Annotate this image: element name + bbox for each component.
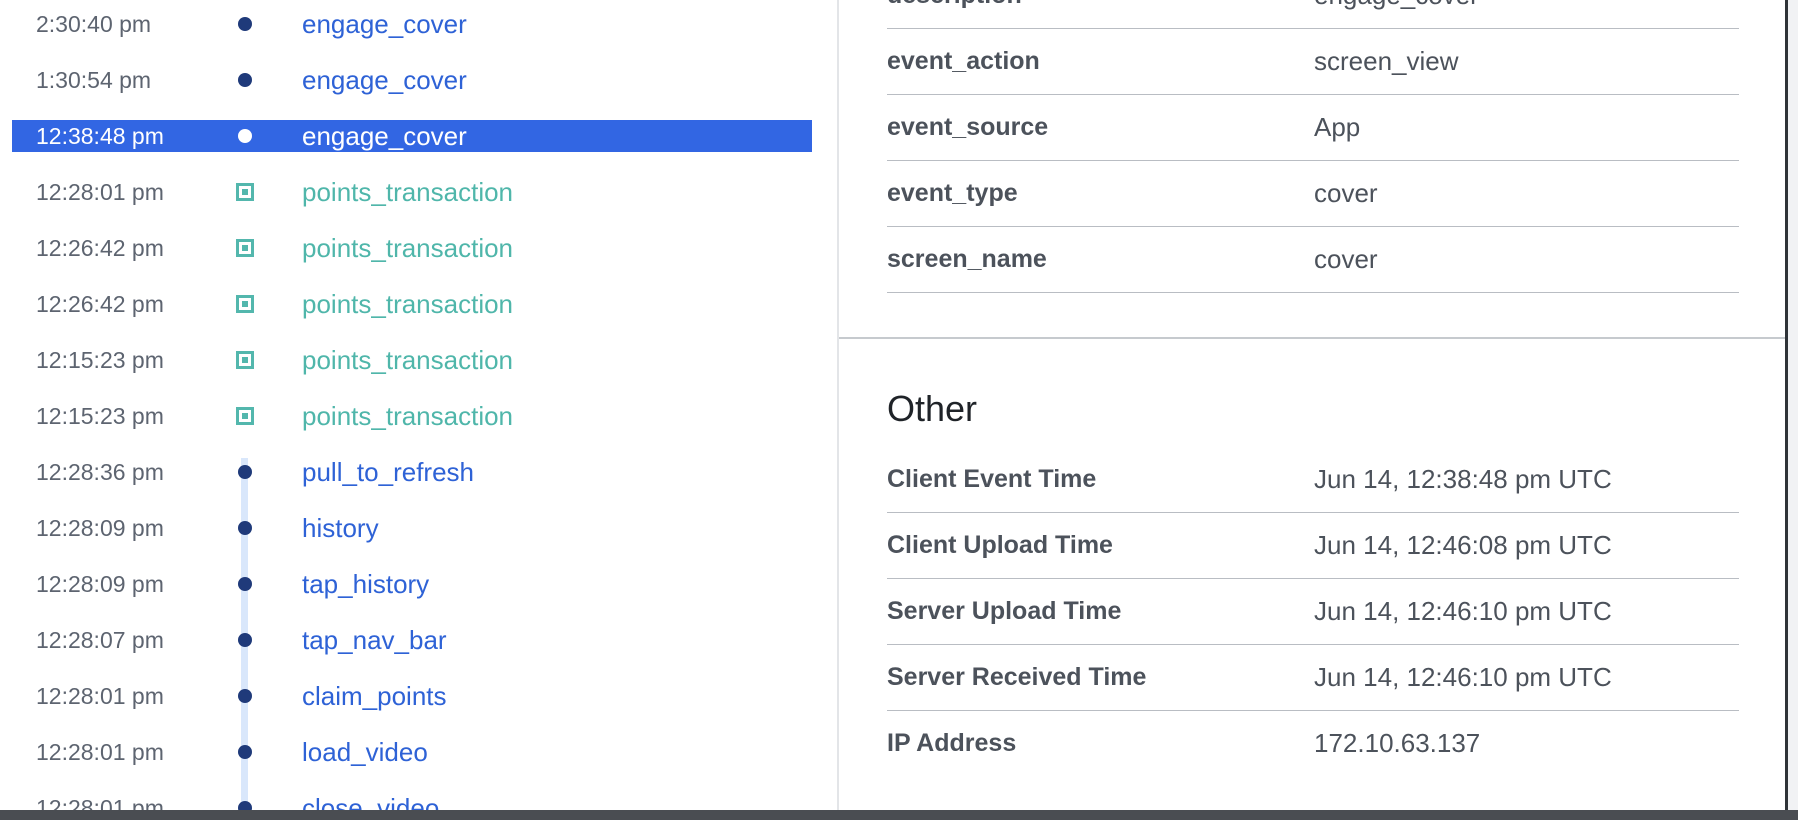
event-row[interactable]: 12:26:42 pm points_transaction — [12, 288, 812, 320]
event-name-link[interactable]: pull_to_refresh — [302, 456, 474, 488]
other-property-row: Server Upload Time Jun 14, 12:46:10 pm UT… — [887, 578, 1739, 645]
other-property-key: Server Upload Time — [887, 597, 1122, 625]
other-property-value: 172.10.63.137 — [1314, 728, 1481, 758]
event-name-link[interactable]: claim_points — [302, 680, 447, 712]
event-property-key: event_type — [887, 179, 1018, 207]
event-name-link[interactable]: points_transaction — [302, 176, 513, 208]
event-row[interactable]: 12:28:01 pm points_transaction — [12, 176, 812, 208]
other-property-value: Jun 14, 12:46:08 pm UTC — [1314, 530, 1612, 560]
event-time: 12:28:01 pm — [36, 795, 164, 810]
event-property-row: event_action screen_view — [887, 28, 1739, 95]
event-property-key: screen_name — [887, 245, 1047, 273]
square-marker-icon — [236, 407, 254, 425]
event-property-value: engage_cover — [1314, 0, 1479, 28]
event-property-value: cover — [1314, 178, 1378, 208]
event-property-value: App — [1314, 112, 1361, 142]
event-name-link[interactable]: points_transaction — [302, 232, 513, 264]
event-property-row: event_type cover — [887, 160, 1739, 227]
other-property-value: Jun 14, 12:38:48 pm UTC — [1314, 464, 1612, 494]
event-time: 12:15:23 pm — [36, 403, 164, 429]
event-time: 12:28:01 pm — [36, 179, 164, 205]
other-property-key: Client Event Time — [887, 465, 1097, 493]
event-property-key: event_action — [887, 47, 1040, 75]
adjacent-window-edge — [1785, 0, 1798, 820]
event-property-value: screen_view — [1314, 46, 1459, 76]
event-property-key: event_source — [887, 113, 1049, 141]
dot-marker-icon — [238, 801, 252, 810]
square-marker-icon — [236, 239, 254, 257]
event-row[interactable]: 12:28:01 pm close_video — [12, 792, 812, 810]
event-name-link[interactable]: engage_cover — [302, 8, 467, 40]
other-property-key: Client Upload Time — [887, 531, 1113, 559]
other-property-row: IP Address 172.10.63.137 — [887, 710, 1739, 776]
event-time: 12:28:01 pm — [36, 683, 164, 709]
event-row[interactable]: 2:30:40 pm engage_cover — [12, 8, 812, 40]
event-time: 12:28:07 pm — [36, 627, 164, 653]
other-property-key: IP Address — [887, 729, 1017, 757]
square-marker-icon — [236, 295, 254, 313]
event-property-row: screen_name cover — [887, 226, 1739, 293]
event-row[interactable]: 12:15:23 pm points_transaction — [12, 344, 812, 376]
event-row[interactable]: 12:28:01 pm claim_points — [12, 680, 812, 712]
other-section-title: Other — [887, 388, 978, 429]
dot-marker-icon — [238, 129, 252, 143]
event-time: 12:28:09 pm — [36, 571, 164, 597]
event-name-link[interactable]: load_video — [302, 736, 428, 768]
dot-marker-icon — [238, 17, 252, 31]
event-name-link[interactable]: close_video — [302, 792, 439, 810]
event-time: 2:30:40 pm — [36, 11, 152, 37]
event-timeline: 2:30:40 pm engage_cover 1:30:54 pm engage_c… — [0, 0, 836, 810]
dot-marker-icon — [238, 73, 252, 87]
event-time: 12:28:09 pm — [36, 515, 164, 541]
event-name-link[interactable]: engage_cover — [302, 64, 467, 96]
dot-marker-icon — [238, 577, 252, 591]
event-time: 12:15:23 pm — [36, 347, 164, 373]
event-property-row: description engage_cover — [887, 0, 1739, 29]
event-row[interactable]: 12:26:42 pm points_transaction — [12, 232, 812, 264]
event-time: 12:38:48 pm — [36, 123, 164, 149]
square-marker-icon — [236, 183, 254, 201]
dot-marker-icon — [238, 689, 252, 703]
event-row[interactable]: 12:15:23 pm points_transaction — [12, 400, 812, 432]
other-property-value: Jun 14, 12:46:10 pm UTC — [1314, 662, 1612, 692]
event-name-link[interactable]: points_transaction — [302, 344, 513, 376]
event-name-link[interactable]: points_transaction — [302, 400, 513, 432]
other-property-row: Server Received Time Jun 14, 12:46:10 pm … — [887, 644, 1739, 711]
other-property-value: Jun 14, 12:46:10 pm UTC — [1314, 596, 1612, 626]
dot-marker-icon — [238, 745, 252, 759]
event-time: 1:30:54 pm — [36, 67, 152, 93]
event-name-link[interactable]: tap_nav_bar — [302, 624, 447, 656]
event-row[interactable]: 12:28:07 pm tap_nav_bar — [12, 624, 812, 656]
adjacent-window-strip — [1788, 0, 1798, 810]
event-property-value: cover — [1314, 244, 1378, 274]
event-row[interactable]: 12:28:01 pm load_video — [12, 736, 812, 768]
event-time: 12:28:01 pm — [36, 739, 164, 765]
event-time: 12:26:42 pm — [36, 235, 164, 261]
event-property-key: description — [887, 0, 1022, 28]
dot-marker-icon — [238, 465, 252, 479]
other-property-row: Client Event Time Jun 14, 12:38:48 pm UTC — [887, 446, 1739, 513]
event-name-link[interactable]: points_transaction — [302, 288, 513, 320]
event-time: 12:26:42 pm — [36, 291, 164, 317]
event-time: 12:28:36 pm — [36, 459, 164, 485]
event-row[interactable]: 1:30:54 pm engage_cover — [12, 64, 812, 96]
event-name-link[interactable]: history — [302, 512, 379, 544]
event-row[interactable]: 12:28:09 pm history — [12, 512, 812, 544]
dot-marker-icon — [238, 633, 252, 647]
event-row[interactable]: 12:28:09 pm tap_history — [12, 568, 812, 600]
event-property-row: event_source App — [887, 94, 1739, 161]
event-name-link[interactable]: engage_cover — [302, 120, 467, 152]
dot-marker-icon — [238, 521, 252, 535]
event-detail-panel: descriptionengage_coverevent_actionscree… — [837, 0, 1787, 810]
section-divider — [839, 337, 1787, 339]
event-row-selected[interactable]: 12:38:48 pm engage_cover — [12, 120, 812, 152]
other-property-row: Client Upload Time Jun 14, 12:46:08 pm UT… — [887, 512, 1739, 579]
other-property-key: Server Received Time — [887, 663, 1147, 691]
event-name-link[interactable]: tap_history — [302, 568, 429, 600]
bottom-bar — [0, 810, 1798, 820]
event-row[interactable]: 12:28:36 pm pull_to_refresh — [12, 456, 812, 488]
square-marker-icon — [236, 351, 254, 369]
